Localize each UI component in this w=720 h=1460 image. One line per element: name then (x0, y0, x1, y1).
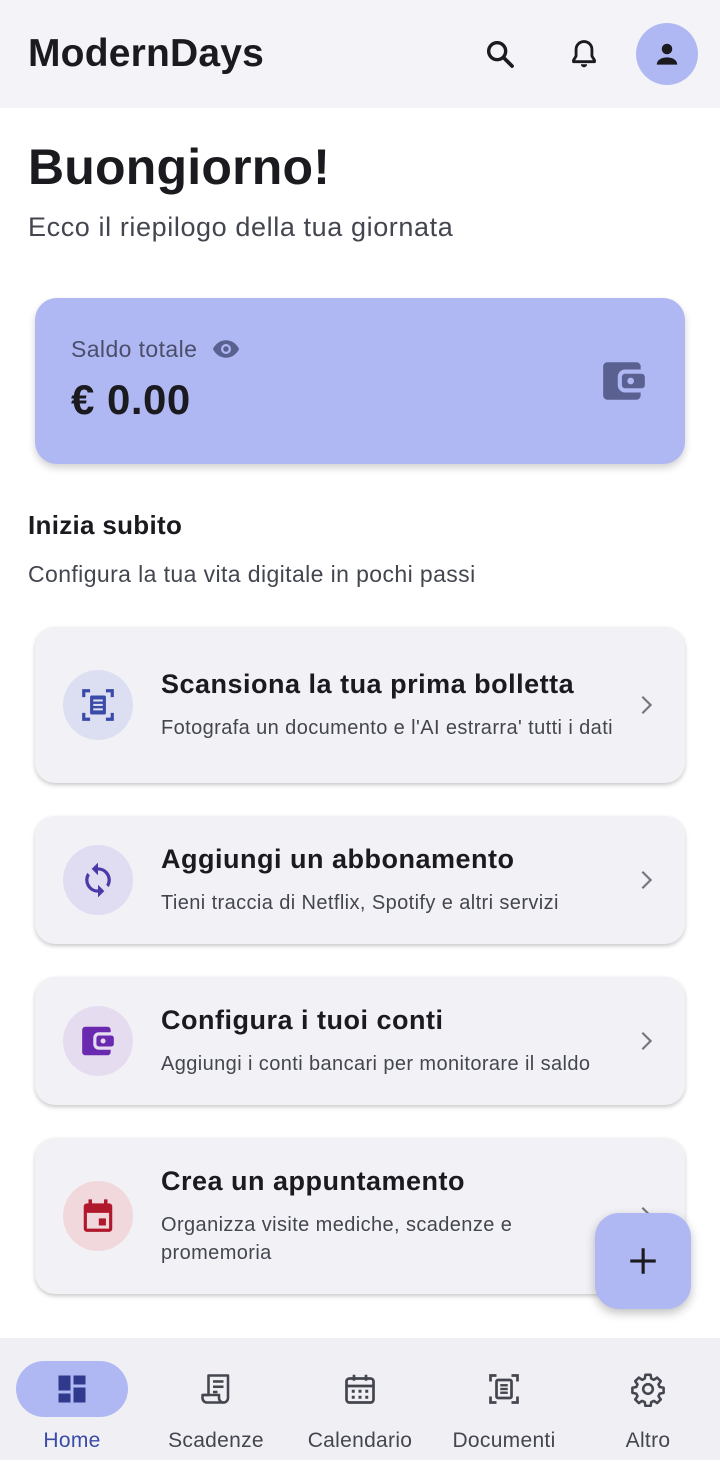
search-icon (486, 40, 514, 68)
wallet-icon (82, 1026, 114, 1056)
add-fab-button[interactable] (595, 1213, 691, 1309)
greeting-subtitle: Ecco il riepilogo della tua giornata (28, 212, 454, 242)
action-subtitle: Fotografa un documento e l'AI estrarra' … (161, 716, 613, 739)
action-subtitle: Organizza visite mediche, scadenze e pro… (161, 1213, 513, 1264)
action-subtitle: Tieni traccia di Netflix, Spotify e altr… (161, 891, 559, 914)
nav-indicator (304, 1361, 416, 1417)
chevron-right-icon (641, 695, 653, 715)
section-subtitle: Configura la tua vita digitale in pochi … (28, 561, 476, 587)
notifications-button[interactable] (552, 22, 616, 86)
nav-indicator (592, 1361, 704, 1417)
gear-icon (631, 1373, 665, 1407)
calendar-icon (345, 1374, 375, 1404)
search-button[interactable] (468, 22, 532, 86)
action-text: Scansiona la tua prima bolletta Fotograf… (161, 669, 625, 742)
account-icon (656, 43, 678, 65)
scan-bill-card[interactable]: Scansiona la tua prima bolletta Fotograf… (35, 627, 685, 783)
greeting-title: Buongiorno! (28, 139, 331, 195)
receipt-icon (201, 1374, 230, 1404)
nav-label: Documenti (452, 1429, 556, 1452)
top-app-bar: ModernDays (0, 0, 720, 108)
create-appointment-card[interactable]: Crea un appuntamento Organizza visite me… (35, 1138, 685, 1294)
nav-item-home[interactable]: Home (0, 1338, 144, 1460)
chevron-right-icon (641, 870, 653, 890)
greeting-section: Buongiorno! Ecco il riepilogo della tua … (28, 138, 453, 243)
document-scanner-icon (489, 1374, 519, 1404)
chevron-right-icon (641, 1031, 653, 1051)
nav-indicator (160, 1361, 272, 1417)
action-text: Aggiungi un abbonamento Tieni traccia di… (161, 844, 625, 917)
nav-label: Altro (625, 1429, 671, 1452)
bottom-navigation: Home Scadenze Calendario Documenti Altro (0, 1338, 720, 1460)
nav-item-calendario[interactable]: Calendario (288, 1338, 432, 1460)
accounts-icon-container (63, 1006, 133, 1076)
action-title: Aggiungi un abbonamento (161, 843, 515, 874)
get-started-section: Inizia subito Configura la tua vita digi… (28, 510, 476, 588)
document-scanner-icon (82, 689, 114, 721)
configure-accounts-card[interactable]: Configura i tuoi conti Aggiungi i conti … (35, 977, 685, 1105)
bell-icon (572, 40, 596, 68)
profile-avatar-button[interactable] (636, 23, 698, 85)
subscription-icon-container (63, 845, 133, 915)
nav-label: Calendario (307, 1429, 413, 1452)
eye-icon[interactable] (211, 334, 241, 364)
scan-icon-container (63, 670, 133, 740)
action-title: Crea un appuntamento (161, 1165, 466, 1196)
section-title: Inizia subito (28, 510, 183, 540)
plus-icon (630, 1248, 656, 1274)
action-title: Scansiona la tua prima bolletta (161, 668, 575, 699)
nav-item-scadenze[interactable]: Scadenze (144, 1338, 288, 1460)
nav-item-altro[interactable]: Altro (576, 1338, 720, 1460)
nav-label: Scadenze (168, 1429, 264, 1452)
action-subtitle: Aggiungi i conti bancari per monitorare … (161, 1052, 591, 1075)
balance-value: € 0.00 (71, 376, 191, 423)
nav-indicator (448, 1361, 560, 1417)
action-text: Configura i tuoi conti Aggiungi i conti … (161, 1005, 625, 1078)
calendar-event-icon (83, 1199, 113, 1232)
nav-indicator (16, 1361, 128, 1417)
balance-card[interactable]: Saldo totale € 0.00 (35, 298, 685, 464)
app-title: ModernDays (28, 32, 265, 75)
wallet-icon (603, 362, 645, 400)
nav-label: Home (43, 1429, 101, 1452)
add-subscription-card[interactable]: Aggiungi un abbonamento Tieni traccia di… (35, 816, 685, 944)
balance-label: Saldo totale (71, 335, 198, 362)
dashboard-icon (58, 1375, 86, 1403)
appointment-icon-container (63, 1181, 133, 1251)
nav-item-documenti[interactable]: Documenti (432, 1338, 576, 1460)
action-text: Crea un appuntamento Organizza visite me… (161, 1166, 625, 1267)
action-title: Configura i tuoi conti (161, 1004, 444, 1035)
balance-label-row: Saldo totale (71, 334, 649, 364)
sync-icon (85, 862, 111, 898)
